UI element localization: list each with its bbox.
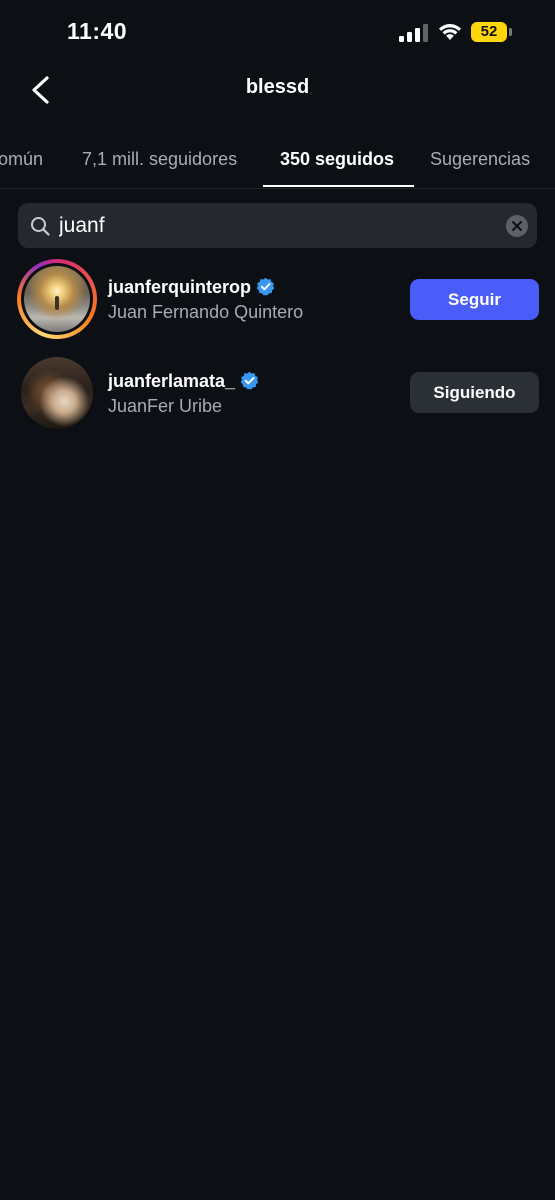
avatar-story-ring[interactable] xyxy=(17,259,97,339)
full-name: JuanFer Uribe xyxy=(108,396,223,416)
search-input[interactable] xyxy=(59,209,489,242)
status-time: 11:40 xyxy=(67,18,128,44)
avatar-figure xyxy=(55,296,59,310)
list-item[interactable]: juanferquinterop Juan Fernando Quintero … xyxy=(0,259,555,349)
avatar-gap xyxy=(21,263,93,335)
signal-icon xyxy=(399,24,428,42)
status-bar: 11:40 52 xyxy=(0,0,555,60)
battery-cap xyxy=(509,28,512,36)
battery-level: 52 xyxy=(471,22,507,42)
tab-bar: omún 7,1 mill. seguidores 350 seguidos S… xyxy=(0,136,555,189)
wifi-icon xyxy=(439,24,461,40)
username-text: juanferlamata_ xyxy=(108,371,236,391)
username-text: juanferquinterop xyxy=(108,277,251,297)
username[interactable]: juanferlamata_ xyxy=(108,371,259,392)
avatar-container[interactable] xyxy=(17,353,97,433)
page-title: blessd xyxy=(245,76,310,98)
full-name: Juan Fernando Quintero xyxy=(108,302,304,322)
tab-followers[interactable]: 7,1 mill. seguidores xyxy=(82,149,237,170)
battery-icon: 52 xyxy=(471,22,513,42)
search-icon xyxy=(31,217,50,236)
tab-suggestions[interactable]: Sugerencias xyxy=(430,149,530,170)
clear-icon[interactable] xyxy=(506,215,528,237)
active-tab-indicator xyxy=(263,185,414,187)
follow-button[interactable]: Seguir xyxy=(410,279,539,320)
following-button[interactable]: Siguiendo xyxy=(410,372,539,413)
tab-common[interactable]: omún xyxy=(0,149,43,170)
search-box[interactable] xyxy=(18,203,537,248)
verified-icon xyxy=(256,277,275,296)
avatar xyxy=(24,266,90,332)
tab-following[interactable]: 350 seguidos xyxy=(280,149,394,170)
username[interactable]: juanferquinterop xyxy=(108,277,275,298)
avatar xyxy=(21,357,93,429)
list-item[interactable]: juanferlamata_ JuanFer Uribe Siguiendo xyxy=(0,353,555,443)
verified-icon xyxy=(240,371,259,390)
clear-x-glyph xyxy=(512,221,522,231)
